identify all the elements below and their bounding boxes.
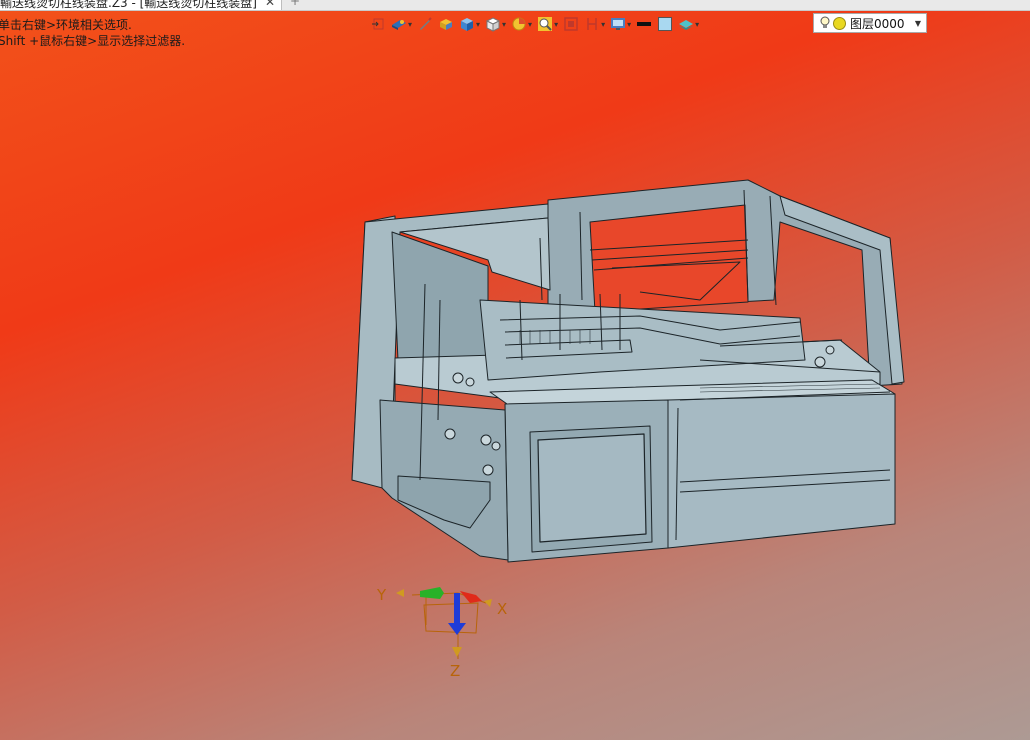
fill-color-button[interactable] <box>657 13 673 35</box>
hint-shift-right-click: Shift +鼠标右键>显示选择过滤器. <box>0 34 186 48</box>
box-icon <box>440 19 453 30</box>
line-color-button[interactable] <box>636 13 652 35</box>
z-axis-arrow <box>448 593 466 635</box>
zoom-button[interactable]: ▾ <box>537 13 558 35</box>
chevron-down-icon: ▼ <box>914 18 921 28</box>
close-icon[interactable]: ✕ <box>265 0 275 9</box>
view-cube-button[interactable]: ▾ <box>485 13 506 35</box>
document-tab[interactable]: 輸送线烫切柱线装盘.Z3 - [輸送线烫切柱线装盘] ✕ <box>0 0 283 10</box>
sketch-button[interactable] <box>417 13 433 35</box>
layer-color-icon <box>833 16 846 30</box>
solid-cube-icon <box>461 18 474 31</box>
front-cabinet-right <box>667 393 896 549</box>
x-axis-label: X <box>497 600 508 618</box>
document-tab-title: 輸送线烫切柱线装盘.Z3 - [輸送线烫切柱线装盘] <box>0 0 257 10</box>
layer-value: 图层0000 <box>850 16 905 31</box>
pie-icon <box>512 17 526 31</box>
box-button[interactable] <box>438 13 454 35</box>
select-filter-button[interactable] <box>370 13 386 35</box>
y-axis-arrow <box>420 587 444 599</box>
zoom-icon <box>538 17 553 31</box>
document-tab-bar: 輸送线烫切柱线装盘.Z3 - [輸送线烫切柱线装盘] ✕ + <box>0 0 1030 11</box>
section-pie-button[interactable]: ▾ <box>511 13 532 35</box>
section-view-button[interactable]: ▾ <box>584 13 605 35</box>
fit-view-icon <box>564 17 578 31</box>
lightbulb-icon <box>820 16 830 28</box>
layer-stack-button[interactable]: ▾ <box>678 13 699 35</box>
fill-color-icon <box>658 17 673 31</box>
layer-select[interactable]: 图层0000 ▼ <box>813 13 927 33</box>
x-axis-arrow <box>460 591 482 603</box>
solid-button[interactable]: ▾ <box>459 13 480 35</box>
render-mode-icon <box>392 20 406 30</box>
new-tab-button[interactable]: + <box>290 0 300 8</box>
y-axis-label: Y <box>377 586 387 604</box>
render-mode-button[interactable]: ▾ <box>391 13 412 35</box>
select-filter-icon <box>372 18 384 30</box>
view-toolbar: ▾ ▾ ▾ ▾ ▾ ▾ ▾ ▾ <box>370 13 704 35</box>
layer-stack-icon <box>679 20 694 30</box>
view-cube-icon <box>485 17 501 32</box>
3d-viewport[interactable]: Y X Z 单击右键>环境相关选项. Shift +鼠标右键>显示选择过滤器. … <box>0 0 1030 740</box>
z-axis-label: Z <box>450 662 461 680</box>
line-color-icon <box>637 22 652 26</box>
display-icon <box>611 18 626 30</box>
pencil-icon <box>420 17 432 30</box>
cabinet-door <box>537 433 647 543</box>
hint-right-click: 单击右键>环境相关选项. <box>0 18 132 32</box>
display-button[interactable]: ▾ <box>610 13 631 35</box>
fit-view-button[interactable] <box>563 13 579 35</box>
section-icon <box>587 18 597 30</box>
